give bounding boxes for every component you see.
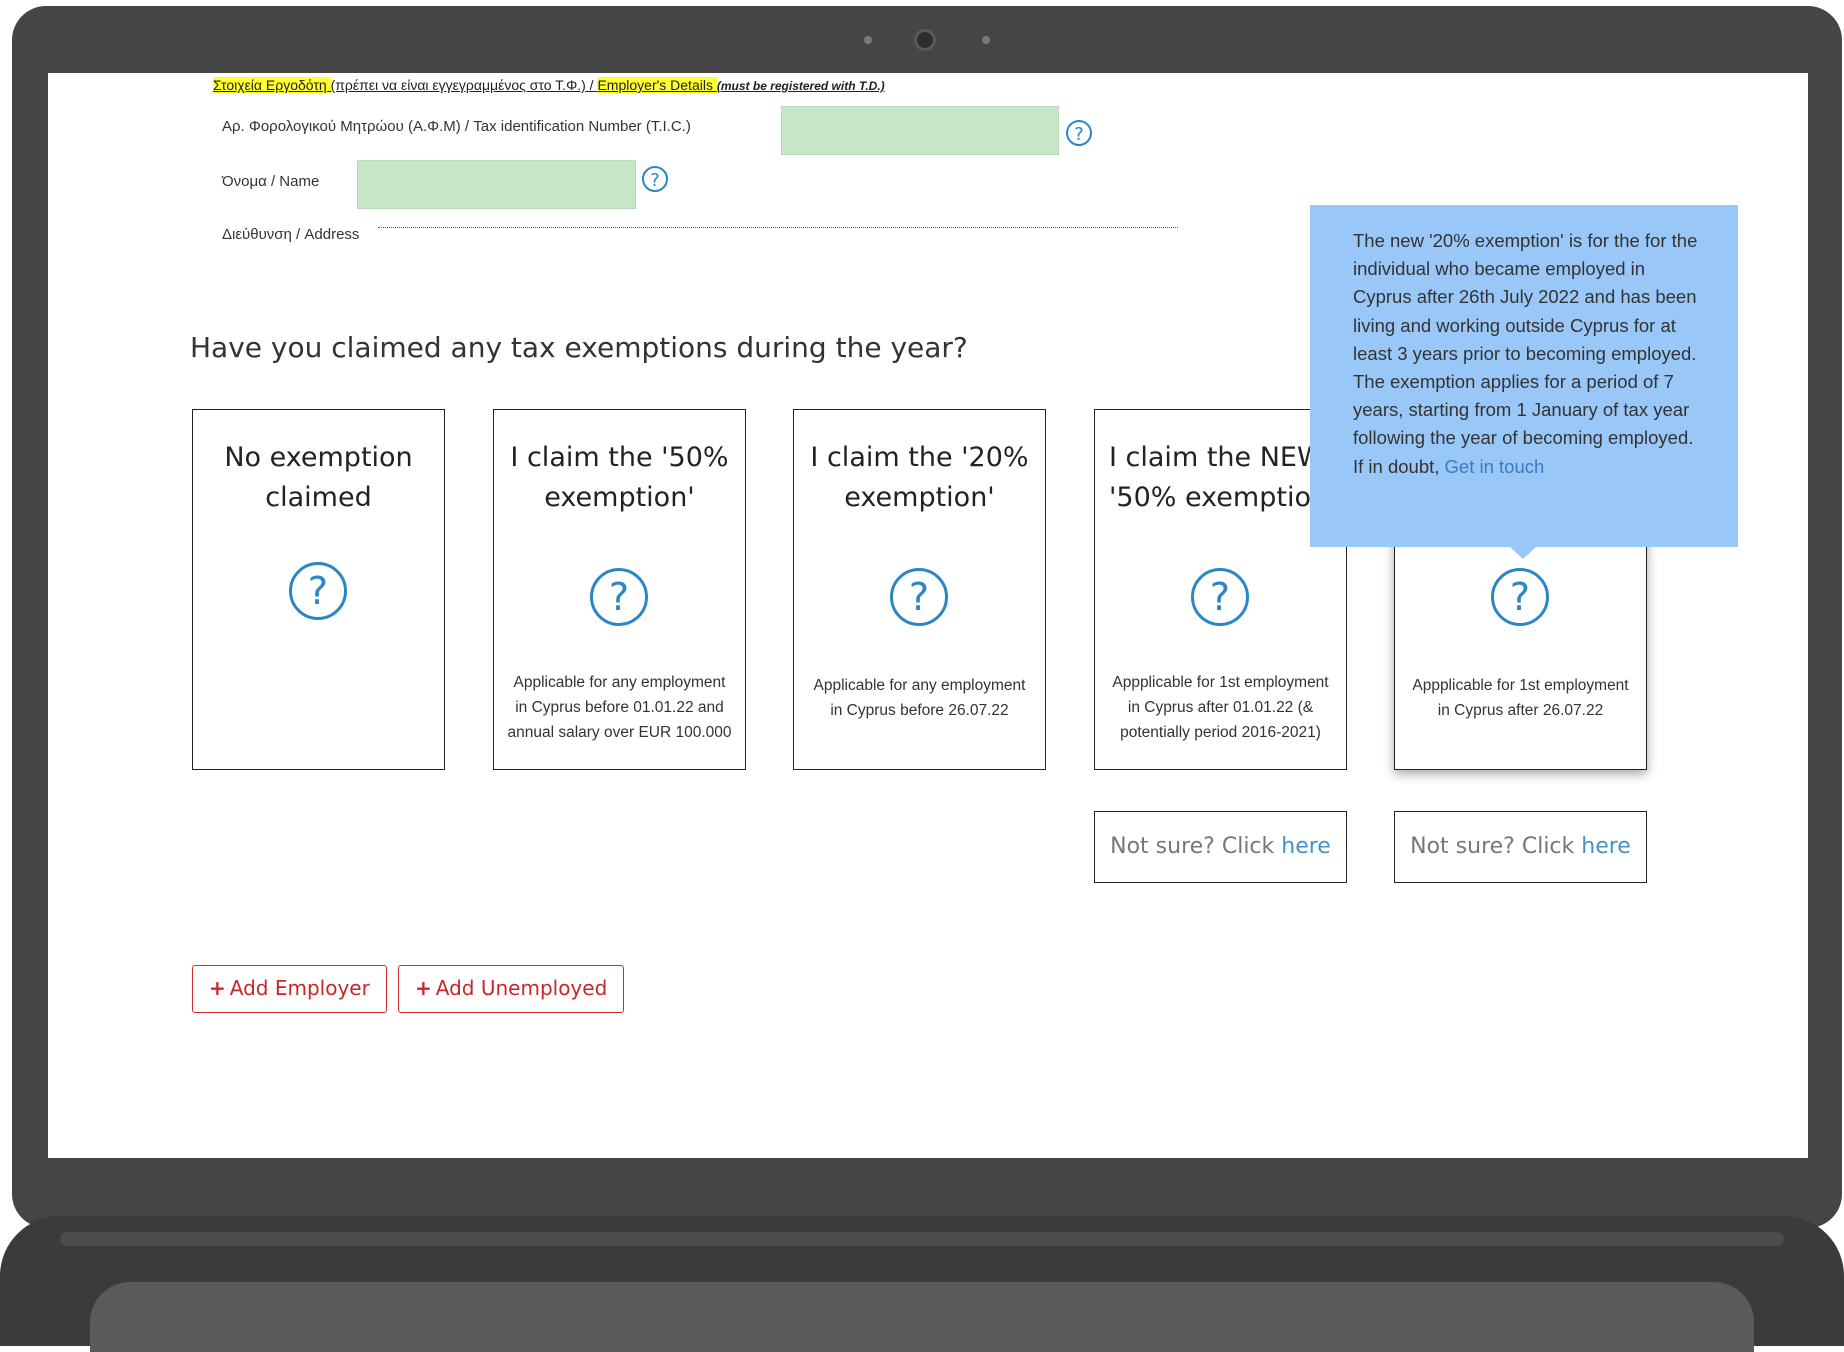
tooltip-arrow (1510, 547, 1536, 559)
help-icon[interactable]: ? (1191, 568, 1249, 626)
help-icon[interactable]: ? (1491, 568, 1549, 626)
name-help-icon[interactable]: ? (642, 166, 668, 192)
tooltip-text: The new '20% exemption' is for the for t… (1353, 230, 1698, 477)
help-icon[interactable]: ? (289, 562, 347, 620)
add-employer-label: Add Employer (229, 976, 370, 1000)
not-sure-box: Not sure? Click here (1094, 811, 1347, 883)
browser-screen: Στοιχεία Εργοδότη (πρέπει να είναι εγγεγ… (48, 73, 1808, 1158)
name-input[interactable] (357, 160, 636, 209)
not-sure-link[interactable]: here (1581, 834, 1631, 859)
plus-icon: + (209, 976, 226, 1000)
option-card-no-exemption[interactable]: No exemption claimed ? (192, 409, 445, 770)
add-unemployed-label: Add Unemployed (435, 976, 608, 1000)
plus-icon: + (415, 976, 432, 1000)
card-title: I claim the '20% exemption' (810, 442, 1029, 513)
card-title: No exemption claimed (224, 442, 413, 513)
get-in-touch-link[interactable]: Get in touch (1445, 456, 1545, 477)
name-label: Όνομα / Name (222, 173, 320, 190)
option-card-50-exemption[interactable]: I claim the '50% exemption' ? Applicable… (493, 409, 746, 770)
tic-input[interactable] (781, 106, 1059, 155)
employer-heading-english: Employer's Details (597, 77, 717, 93)
tic-label: Αρ. Φορολογικού Μητρώου (Α.Φ.Μ) / Tax id… (222, 118, 691, 135)
laptop-hinge (60, 1232, 1784, 1246)
camera-indicator-dot (982, 36, 990, 44)
exemptions-question: Have you claimed any tax exemptions duri… (190, 331, 968, 364)
laptop-palm-rest (90, 1282, 1754, 1352)
not-sure-text: Not sure? Click (1110, 834, 1282, 859)
employer-heading-greek: Στοιχεία Εργοδότη (213, 77, 331, 93)
option-card-20-exemption[interactable]: I claim the '20% exemption' ? Applicable… (793, 409, 1046, 770)
tic-help-icon[interactable]: ? (1066, 120, 1092, 146)
card-description: Applicable for any employment in Cyprus … (507, 674, 732, 741)
add-employer-button[interactable]: + Add Employer (192, 965, 387, 1013)
employer-heading-greek-note: (πρέπει να είναι εγγεγραμμένος στο Τ.Φ.)… (330, 77, 598, 93)
card-description: Applicable for any employment in Cyprus … (813, 677, 1026, 719)
not-sure-text: Not sure? Click (1410, 834, 1582, 859)
help-icon[interactable]: ? (890, 568, 948, 626)
address-dotted-line (378, 227, 1178, 228)
not-sure-box: Not sure? Click here (1394, 811, 1647, 883)
card-description: Appplicable for 1st employment in Cyprus… (1112, 674, 1329, 741)
employer-heading-note: (must be registered with T.D.) (716, 79, 885, 93)
webcam (914, 29, 936, 51)
card-title: I claim the '50% exemption' (510, 442, 729, 513)
help-icon[interactable]: ? (590, 568, 648, 626)
address-label: Διεύθυνση / Address (222, 226, 360, 243)
not-sure-link[interactable]: here (1281, 834, 1331, 859)
employer-details-heading: Στοιχεία Εργοδότη (πρέπει να είναι εγγεγ… (213, 77, 885, 93)
card-description: Appplicable for 1st employment in Cyprus… (1412, 677, 1629, 719)
add-unemployed-button[interactable]: + Add Unemployed (398, 965, 625, 1013)
exemption-tooltip: The new '20% exemption' is for the for t… (1310, 205, 1738, 547)
camera-indicator-dot (864, 36, 872, 44)
